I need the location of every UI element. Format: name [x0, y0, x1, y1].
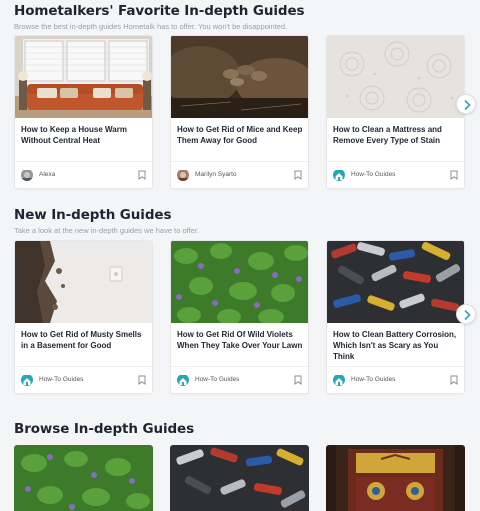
new-guides-title: New In-depth Guides [14, 207, 172, 223]
guide-title[interactable]: How to Get Rid of Mice and Keep Them Awa… [177, 124, 305, 146]
guide-card[interactable]: How to Keep a House Warm Without Central… [14, 35, 153, 189]
browse-title: Browse In-depth Guides [14, 421, 195, 437]
guide-title[interactable]: How to Keep a House Warm Without Central… [21, 124, 149, 146]
author-name[interactable]: How-To Guides [39, 376, 83, 383]
bookmark-icon[interactable] [294, 170, 302, 180]
guide-footer: How-To Guides [171, 366, 308, 393]
guide-title[interactable]: How to Get Rid of Musty Smells in a Base… [21, 329, 149, 351]
guide-card[interactable]: How to Get Rid Of Wild Violets When They… [170, 240, 309, 394]
author-name[interactable]: Marilyn Syarto [195, 171, 237, 178]
guide-footer: Marilyn Syarto [171, 161, 308, 188]
bookmark-icon[interactable] [138, 375, 146, 385]
guide-thumbnail[interactable] [327, 36, 464, 118]
guide-thumbnail[interactable] [14, 445, 153, 511]
chevron-right-icon [464, 309, 471, 321]
carousel-next-button[interactable] [456, 94, 476, 114]
bookmark-icon[interactable] [294, 375, 302, 385]
browse-header: Browse In-depth Guides [14, 421, 480, 437]
hometalk-logo-icon[interactable] [177, 374, 189, 386]
guide-title[interactable]: How to Clean Battery Corrosion, Which Is… [333, 329, 461, 362]
guide-title[interactable]: How to Get Rid Of Wild Violets When They… [177, 329, 305, 351]
author-name[interactable]: How-To Guides [195, 376, 239, 383]
guide-card[interactable]: How to Clean a Mattress and Remove Every… [326, 35, 465, 189]
guide-thumbnail[interactable] [171, 241, 308, 323]
avatar[interactable] [21, 169, 33, 181]
guide-thumbnail[interactable] [327, 241, 464, 323]
hometalk-logo-icon[interactable] [333, 374, 345, 386]
guide-card[interactable]: How to Get Rid of Mice and Keep Them Awa… [170, 35, 309, 189]
guide-footer: How-To Guides [15, 366, 152, 393]
guide-thumbnail[interactable] [15, 36, 152, 118]
favorites-subtitle: Browse the best in-depth guides Hometalk… [14, 22, 288, 31]
new-guides-subtitle: Take a look at the new in-depth guides w… [14, 226, 199, 235]
hometalk-logo-icon[interactable] [21, 374, 33, 386]
guide-thumbnail[interactable] [170, 445, 309, 511]
guide-title[interactable]: How to Clean a Mattress and Remove Every… [333, 124, 461, 146]
guide-thumbnail[interactable] [171, 36, 308, 118]
avatar[interactable] [177, 169, 189, 181]
carousel-next-button[interactable] [456, 304, 476, 324]
new-guides-carousel: How to Get Rid of Musty Smells in a Base… [14, 240, 480, 400]
bookmark-icon[interactable] [138, 170, 146, 180]
guide-card[interactable]: How to Clean Battery Corrosion, Which Is… [326, 240, 465, 394]
guide-footer: How-To Guides [327, 366, 464, 393]
guide-thumbnail[interactable] [15, 241, 152, 323]
bookmark-icon[interactable] [450, 375, 458, 385]
guide-thumbnail[interactable] [326, 445, 465, 511]
author-name[interactable]: How-To Guides [351, 171, 395, 178]
guide-footer: Alexa [15, 161, 152, 188]
new-guides-header: New In-depth Guides Take a look at the n… [14, 207, 480, 235]
author-name[interactable]: Alexa [39, 171, 55, 178]
favorites-title: Hometalkers' Favorite In-depth Guides [14, 3, 305, 19]
bookmark-icon[interactable] [450, 170, 458, 180]
guide-card[interactable]: How to Get Rid of Musty Smells in a Base… [14, 240, 153, 394]
favorites-header: Hometalkers' Favorite In-depth Guides Br… [14, 3, 480, 31]
chevron-right-icon [464, 99, 471, 111]
author-name[interactable]: How-To Guides [351, 376, 395, 383]
hometalk-logo-icon[interactable] [333, 169, 345, 181]
guide-footer: How-To Guides [327, 161, 464, 188]
browse-grid [14, 445, 480, 511]
favorites-carousel: How to Keep a House Warm Without Central… [14, 35, 480, 195]
